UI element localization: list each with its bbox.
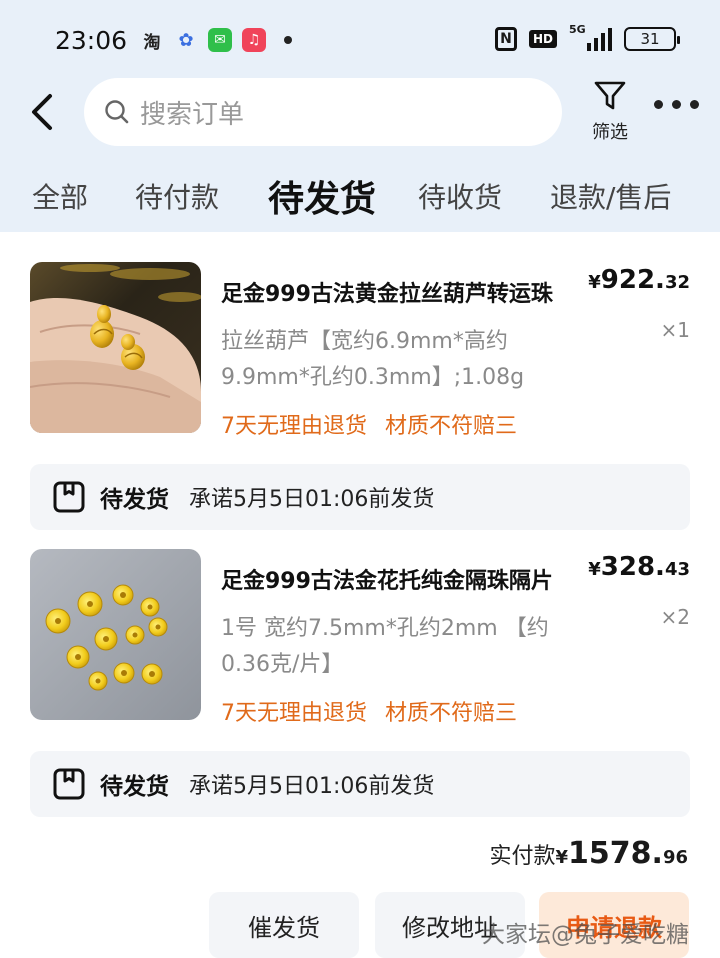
item-price: ¥328.43: [588, 552, 690, 582]
gourd-bead-photo: [30, 262, 201, 433]
product-title[interactable]: 足金999古法金花托纯金隔珠隔片: [221, 563, 581, 595]
item-price: ¥922.32: [588, 265, 690, 295]
package-icon: [53, 768, 85, 800]
order-tabs: 全部 待付款 待发货 待收货 退款/售后: [0, 170, 720, 226]
service-tags: 7天无理由退货 材质不符赔三: [221, 695, 517, 727]
hd-icon: HD: [528, 30, 557, 48]
messages-icon: ✉: [208, 28, 232, 52]
filter-icon: [594, 81, 626, 110]
order-item[interactable]: 足金999古法黄金拉丝葫芦转运珠 拉丝葫芦【宽约6.9mm*高约9.9mm*孔约…: [30, 262, 690, 440]
filter-button[interactable]: 筛选: [580, 80, 640, 144]
status-bar: 23:06 淘 ✿ ✉ ♫ N HD 5G 31: [0, 0, 720, 82]
shipping-promise: 承诺5月5日01:06前发货: [189, 487, 435, 512]
shipping-status: 待发货: [100, 774, 169, 800]
signal-icon: 5G: [569, 23, 612, 51]
item-quantity: ×1: [660, 318, 690, 342]
system-icons: N HD 5G 31: [494, 23, 680, 51]
battery-level: 31: [640, 30, 660, 48]
more-dot-icon: [654, 100, 663, 109]
order-card: 足金999古法黄金拉丝葫芦转运珠 拉丝葫芦【宽约6.9mm*高约9.9mm*孔约…: [0, 232, 720, 958]
taobao-icon: 淘: [143, 32, 161, 53]
product-spec: 拉丝葫芦【宽约6.9mm*高约9.9mm*孔约0.3mm】;1.08g: [221, 329, 525, 390]
search-icon: [105, 100, 129, 124]
total-label: 实付款: [489, 844, 556, 869]
flower-caps-photo: [30, 549, 201, 720]
package-icon: [53, 481, 85, 513]
service-tag: 材质不符赔三: [385, 701, 518, 726]
service-tag: 7天无理由退货: [221, 701, 367, 726]
shipping-status-bar: 待发货 承诺5月5日01:06前发货: [30, 464, 690, 530]
back-button[interactable]: [26, 92, 62, 132]
product-title[interactable]: 足金999古法黄金拉丝葫芦转运珠: [221, 276, 581, 308]
product-spec: 1号 宽约7.5mm*孔约2mm 【约0.36克/片】: [221, 616, 549, 677]
watermark: 大家坛@兔子爱吃糖: [482, 922, 689, 948]
tab-pending-payment[interactable]: 待付款: [135, 176, 219, 216]
tab-pending-shipment[interactable]: 待发货: [268, 170, 376, 222]
tab-pending-receipt[interactable]: 待收货: [418, 176, 502, 216]
service-tag: 7天无理由退货: [221, 414, 367, 439]
battery-icon: 31: [624, 27, 680, 51]
chevron-left-icon: [32, 94, 52, 130]
more-dot-icon: [690, 100, 699, 109]
tab-all[interactable]: 全部: [32, 176, 88, 216]
order-total: 实付款 ¥ 1578. 96: [489, 836, 688, 871]
shipping-status: 待发货: [100, 487, 169, 513]
product-image[interactable]: [30, 549, 201, 720]
more-dot-icon: [672, 100, 681, 109]
shipping-promise: 承诺5月5日01:06前发货: [189, 774, 435, 799]
baidu-icon: ✿: [178, 29, 194, 51]
search-input[interactable]: 搜索订单: [84, 78, 562, 146]
search-placeholder: 搜索订单: [140, 99, 245, 130]
service-tags: 7天无理由退货 材质不符赔三: [221, 408, 517, 440]
total-amount: 1578.: [568, 836, 663, 871]
status-time: 23:06: [55, 26, 128, 55]
shipping-status-bar: 待发货 承诺5月5日01:06前发货: [30, 751, 690, 817]
music-icon: ♫: [242, 28, 266, 52]
notification-icons: 淘 ✿ ✉ ♫: [140, 28, 292, 53]
order-item[interactable]: 足金999古法金花托纯金隔珠隔片 1号 宽约7.5mm*孔约2mm 【约0.36…: [30, 549, 690, 727]
more-options-button[interactable]: [654, 100, 699, 109]
more-notifications-icon: [284, 36, 292, 44]
urge-shipment-button[interactable]: 催发货: [209, 892, 359, 958]
item-quantity: ×2: [660, 605, 690, 629]
product-image[interactable]: [30, 262, 201, 433]
service-tag: 材质不符赔三: [385, 414, 518, 439]
nfc-icon: N: [494, 27, 517, 51]
filter-label: 筛选: [592, 122, 628, 143]
tab-refund-aftersale[interactable]: 退款/售后: [550, 176, 671, 216]
